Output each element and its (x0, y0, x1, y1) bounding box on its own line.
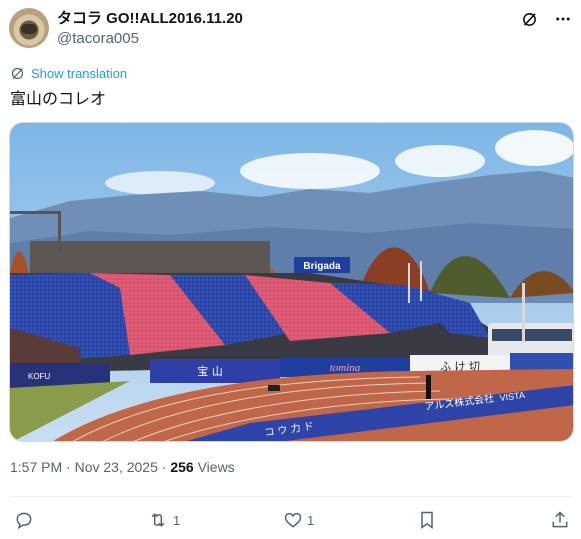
meta-separator: · (66, 459, 71, 475)
views-count: 256 (170, 459, 194, 475)
reply-icon (16, 512, 32, 530)
ad-board-2: 宝 山 (197, 364, 223, 378)
retweet-button[interactable]: 1 (147, 510, 180, 530)
like-count: 1 (307, 512, 315, 528)
action-bar: 1 1 (14, 510, 570, 534)
ad-board-kofu: KOFU (28, 372, 50, 381)
reply-button[interactable] (14, 510, 38, 530)
show-translation-link[interactable]: Show translation (10, 66, 127, 81)
tweet-meta: 1:57 PM · Nov 23, 2025 · 256 Views (10, 459, 235, 475)
retweet-count: 1 (173, 512, 181, 528)
show-translation-label: Show translation (31, 66, 128, 81)
bookmark-icon (421, 511, 433, 529)
meta-separator: · (161, 459, 167, 475)
display-name[interactable]: タコラ GO!!ALL2016.11.20 (57, 9, 243, 29)
handle[interactable]: @tacora005 (57, 29, 243, 49)
like-button[interactable]: 1 (283, 510, 314, 530)
tweet-time[interactable]: 1:57 PM (10, 459, 62, 475)
tweet-text: 富山のコレオ (10, 89, 107, 108)
grok-icon[interactable] (520, 10, 538, 28)
author-block: タコラ GO!!ALL2016.11.20 @tacora005 (57, 9, 243, 49)
stadium-photo: Brigada KOFU 宝 山 tomina ふ け 切 アルズ株式会社 VI… (10, 123, 573, 441)
retweet-icon (151, 513, 165, 527)
share-button[interactable] (550, 510, 570, 530)
ad-board-3: tomina (330, 362, 361, 374)
tweet-photo[interactable]: Brigada KOFU 宝 山 tomina ふ け 切 アルズ株式会社 VI… (9, 122, 574, 442)
brigada-banner-text: Brigada (303, 261, 341, 272)
avatar[interactable] (9, 8, 49, 48)
heart-icon (284, 512, 302, 528)
translate-icon (11, 67, 24, 80)
header-actions (520, 10, 572, 28)
tweet-header: タコラ GO!!ALL2016.11.20 @tacora005 (9, 8, 572, 50)
views-label: Views (197, 459, 235, 475)
divider (10, 496, 573, 497)
more-dots-icon[interactable] (554, 10, 572, 28)
bookmark-button[interactable] (417, 510, 437, 530)
tweet-date[interactable]: Nov 23, 2025 (75, 459, 158, 475)
share-icon (552, 511, 568, 528)
